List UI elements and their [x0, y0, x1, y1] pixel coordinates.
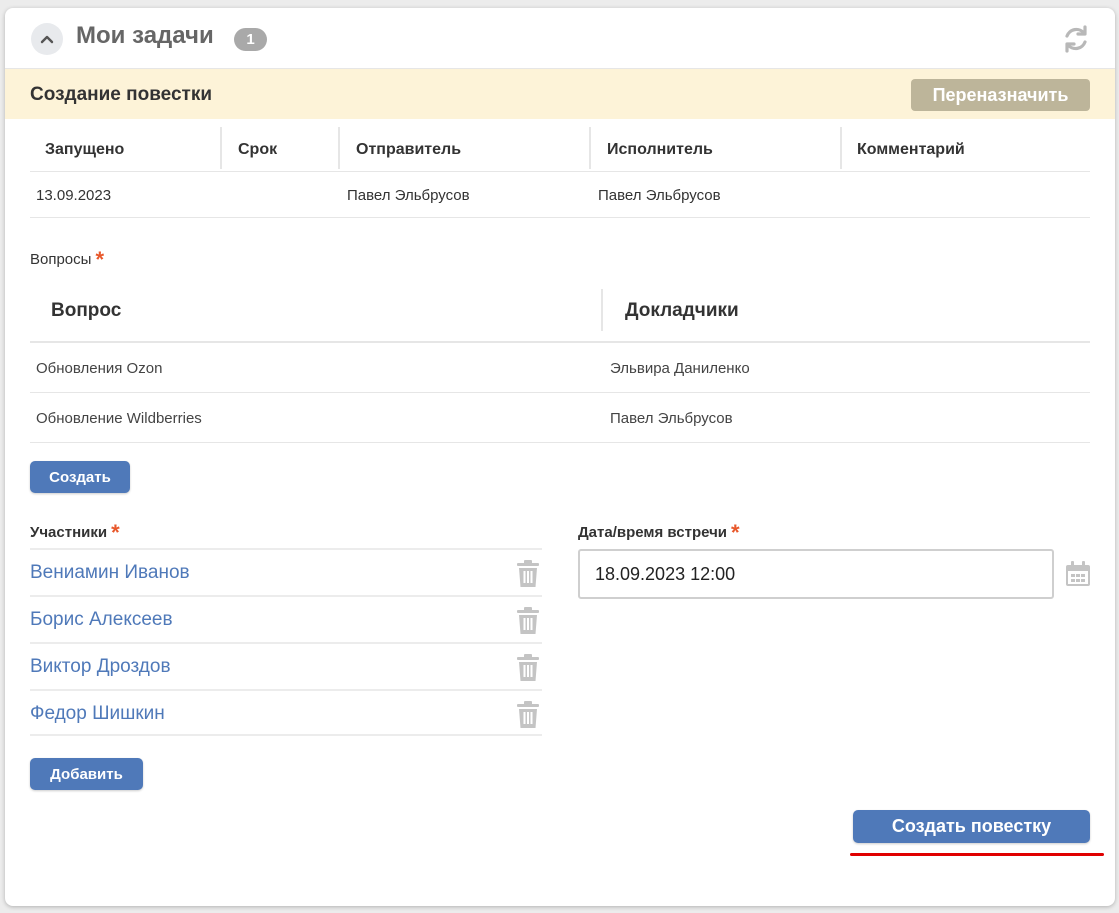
refresh-icon[interactable]: [1060, 23, 1092, 55]
list-item: Борис Алексеев: [30, 595, 542, 642]
cell-sender: Павел Эльбрусов: [347, 187, 470, 204]
create-agenda-button[interactable]: Создать повестку: [853, 810, 1090, 843]
trash-icon[interactable]: [516, 560, 540, 588]
page-title: Мои задачи: [76, 22, 214, 49]
reassign-button[interactable]: Переназначить: [911, 79, 1090, 111]
cell-question: Обновления Ozon: [36, 360, 163, 377]
column-divider: [220, 127, 222, 169]
table-row[interactable]: Обновление Wildberries Павел Эльбрусов: [30, 393, 1090, 443]
participants-label-text: Участники: [30, 524, 108, 541]
required-marker: *: [111, 520, 120, 545]
column-header-question: Вопрос: [51, 300, 122, 321]
task-info-table: Запущено Срок Отправитель Исполнитель Ко…: [30, 127, 1090, 218]
trash-icon[interactable]: [516, 654, 540, 682]
participant-link[interactable]: Федор Шишкин: [30, 703, 165, 725]
participant-link[interactable]: Борис Алексеев: [30, 609, 173, 631]
task-title: Создание повестки: [30, 84, 213, 105]
questions-header: Вопрос Докладчики: [30, 281, 1090, 343]
column-header-assignee: Исполнитель: [607, 141, 713, 158]
table-row: 13.09.2023 Павел Эльбрусов Павел Эльбрус…: [30, 172, 1090, 218]
annotation-underline: [850, 853, 1104, 856]
questions-label: Вопросы *: [30, 244, 104, 272]
table-row[interactable]: Обновления Ozon Эльвира Даниленко: [30, 343, 1090, 393]
column-header-started: Запущено: [45, 141, 125, 158]
chevron-up-icon: [40, 35, 54, 44]
task-info-header: Запущено Срок Отправитель Исполнитель Ко…: [30, 127, 1090, 172]
column-divider: [589, 127, 591, 169]
create-question-button[interactable]: Создать: [30, 461, 130, 493]
card-header: Мои задачи 1: [5, 8, 1115, 69]
participant-link[interactable]: Виктор Дроздов: [30, 656, 171, 678]
list-item: Федор Шишкин: [30, 689, 542, 736]
participant-link[interactable]: Вениамин Иванов: [30, 562, 190, 584]
column-header-comment: Комментарий: [857, 141, 965, 158]
column-header-sender: Отправитель: [356, 141, 462, 158]
column-divider: [601, 289, 603, 331]
add-participant-button[interactable]: Добавить: [30, 758, 143, 790]
column-divider: [338, 127, 340, 169]
column-header-deadline: Срок: [238, 141, 278, 158]
required-marker: *: [95, 247, 104, 272]
my-tasks-card: Мои задачи 1 Создание повестки Переназна…: [5, 8, 1115, 906]
cell-speaker: Павел Эльбрусов: [610, 410, 733, 427]
cell-started: 13.09.2023: [36, 187, 112, 204]
cell-speaker: Эльвира Даниленко: [610, 360, 750, 377]
cell-question: Обновление Wildberries: [36, 410, 202, 427]
meeting-datetime-label: Дата/время встречи *: [578, 517, 740, 545]
task-count-badge: 1: [234, 28, 267, 51]
list-item: Вениамин Иванов: [30, 548, 542, 595]
column-header-speakers: Докладчики: [625, 300, 739, 321]
questions-table: Вопрос Докладчики Обновления Ozon Эльвир…: [30, 281, 1090, 443]
trash-icon[interactable]: [516, 701, 540, 729]
required-marker: *: [731, 520, 740, 545]
meeting-datetime-value: 18.09.2023 12:00: [595, 564, 736, 584]
questions-label-text: Вопросы: [30, 251, 92, 268]
task-bar: Создание повестки Переназначить: [5, 69, 1115, 119]
meeting-datetime-field[interactable]: 18.09.2023 12:00: [578, 549, 1054, 599]
list-item: Виктор Дроздов: [30, 642, 542, 689]
column-divider: [840, 127, 842, 169]
trash-icon[interactable]: [516, 607, 540, 635]
cell-assignee: Павел Эльбрусов: [598, 187, 721, 204]
calendar-icon[interactable]: [1064, 560, 1092, 588]
participants-list: Вениамин Иванов Борис Алексеев Виктор Др…: [30, 548, 542, 736]
meeting-datetime-label-text: Дата/время встречи: [578, 524, 728, 541]
collapse-button[interactable]: [31, 23, 63, 55]
participants-label: Участники *: [30, 517, 120, 545]
